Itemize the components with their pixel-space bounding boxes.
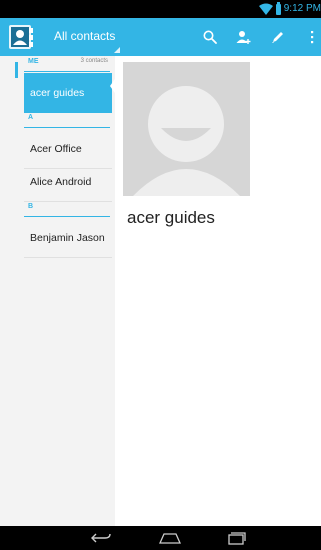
- list-item[interactable]: Benjamin Jason: [24, 218, 112, 258]
- back-icon: [91, 533, 111, 543]
- recent-apps-button[interactable]: [224, 528, 250, 548]
- action-bar: All contacts: [0, 18, 321, 56]
- contacts-app-icon[interactable]: [8, 24, 34, 50]
- battery-icon: [275, 1, 281, 15]
- wifi-icon: [258, 3, 273, 15]
- status-bar: 9:12 PM: [0, 0, 321, 18]
- section-letter: A: [28, 114, 34, 121]
- contacts-filter-spinner[interactable]: All contacts: [40, 18, 120, 56]
- search-button[interactable]: [195, 18, 225, 56]
- contact-detail-name: acer guides: [127, 208, 215, 227]
- section-header-b: B: [24, 201, 110, 217]
- contacts-count: 3 contacts: [80, 58, 108, 64]
- edit-icon: [272, 32, 283, 43]
- contact-name: Alice Android: [30, 176, 92, 188]
- list-item[interactable]: Alice Android: [24, 162, 112, 202]
- overflow-menu-icon: [311, 31, 314, 44]
- contact-photo[interactable]: [123, 62, 250, 196]
- contact-detail: acer guides: [115, 56, 321, 526]
- edit-button[interactable]: [263, 18, 293, 56]
- navigation-bar: [0, 526, 321, 550]
- recent-apps-icon: [228, 532, 246, 545]
- section-letter: ME: [28, 58, 39, 65]
- home-icon: [159, 533, 181, 544]
- default-avatar-icon: [123, 62, 250, 196]
- home-button[interactable]: [157, 528, 183, 548]
- spinner-triangle-icon: [114, 47, 120, 53]
- section-header-me: ME 3 contacts: [24, 56, 110, 72]
- back-button[interactable]: [88, 528, 114, 548]
- search-icon: [203, 30, 217, 44]
- add-contact-icon: [236, 31, 251, 44]
- contact-name: acer guides: [30, 87, 85, 99]
- status-time: 9:12 PM: [283, 3, 321, 14]
- contact-name: Benjamin Jason: [30, 232, 105, 244]
- fast-scroll-indicator[interactable]: [15, 62, 18, 78]
- action-bar-title: All contacts: [54, 29, 116, 43]
- list-item-me[interactable]: acer guides: [24, 73, 112, 113]
- section-header-a: A: [24, 112, 110, 128]
- contact-name: Acer Office: [30, 143, 82, 155]
- overflow-menu-button[interactable]: [297, 18, 321, 56]
- status-indicators: 9:12 PM: [258, 1, 321, 16]
- section-letter: B: [28, 203, 34, 210]
- contacts-list[interactable]: ME 3 contacts acer guides A Acer Office …: [0, 56, 115, 526]
- add-contact-button[interactable]: [229, 18, 259, 56]
